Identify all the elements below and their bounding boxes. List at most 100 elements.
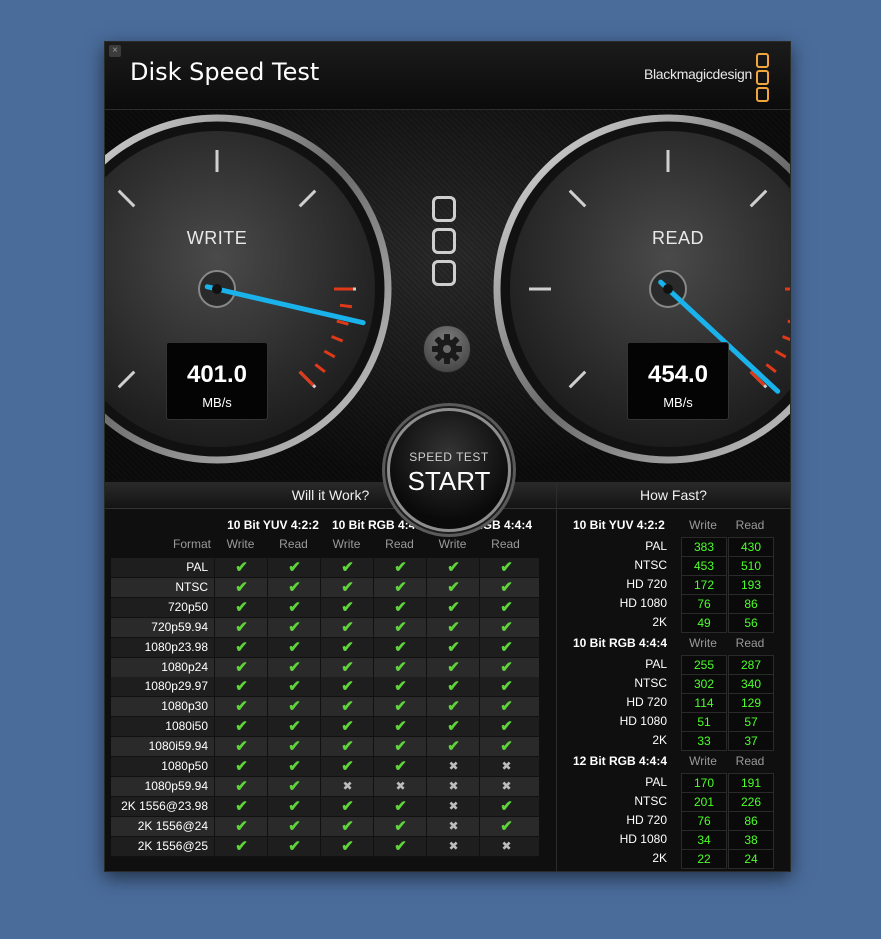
blackmagic-logo-icon <box>432 196 460 292</box>
check-icon: ✔ <box>479 617 533 637</box>
format-name: 1080p24 <box>161 659 208 674</box>
check-icon: ✔ <box>479 816 533 836</box>
check-icon: ✔ <box>479 677 533 697</box>
read-speed-cell: 129 <box>728 693 774 713</box>
check-icon: ✔ <box>267 637 321 657</box>
table-row: 1080i59.94 ✔ ✔ ✔ ✔ ✔ ✔ <box>111 737 539 758</box>
check-icon: ✔ <box>320 697 374 717</box>
cross-icon: ✖ <box>479 776 533 796</box>
check-icon: ✔ <box>214 757 268 776</box>
read-readout: 454.0 MB/s <box>627 342 729 420</box>
table-row: 1080p30 ✔ ✔ ✔ ✔ ✔ ✔ <box>111 697 539 718</box>
check-icon: ✔ <box>479 637 533 657</box>
gauge-needle-pivot <box>663 284 673 294</box>
check-icon: ✔ <box>426 558 480 577</box>
check-icon: ✔ <box>320 737 374 757</box>
write-speed-cell: 76 <box>681 594 727 614</box>
write-column-header: Write <box>689 636 717 650</box>
check-icon: ✔ <box>320 717 374 737</box>
check-icon: ✔ <box>320 757 374 776</box>
format-name: 1080p23.98 <box>144 639 208 654</box>
speed-section-header: 10 Bit YUV 4:2:2 <box>573 518 665 532</box>
check-icon: ✔ <box>320 836 374 856</box>
format-name: 2K 1556@25 <box>137 838 208 853</box>
read-speed-cell: 56 <box>728 613 774 633</box>
redzone-tick <box>339 303 353 309</box>
cross-icon: ✖ <box>479 757 533 776</box>
speed-section-header: 10 Bit RGB 4:4:4 <box>573 636 668 650</box>
read-column-header: Read <box>735 518 765 532</box>
format-name: 1080p50 <box>161 759 208 773</box>
settings-gear-icon[interactable] <box>423 325 471 373</box>
write-column-header: Write <box>689 518 717 532</box>
check-icon: ✔ <box>214 597 268 617</box>
check-icon: ✔ <box>320 617 374 637</box>
format-name: 2K 1556@23.98 <box>121 798 208 813</box>
check-icon: ✔ <box>373 737 427 757</box>
write-speed-cell: 76 <box>681 811 727 831</box>
check-icon: ✔ <box>267 617 321 637</box>
write-speed-cell: 49 <box>681 613 727 633</box>
column-subheader: Read <box>385 537 414 551</box>
will-it-work-table: Will it Work? 10 Bit YUV 4:2:2 10 Bit RGB… <box>105 482 557 871</box>
speed-row-name: HD 1080 <box>619 596 667 610</box>
write-speed-cell: 22 <box>681 849 727 869</box>
write-speed-cell: 33 <box>681 731 727 751</box>
check-icon: ✔ <box>320 558 374 577</box>
check-icon: ✔ <box>267 816 321 836</box>
speed-row-name: HD 720 <box>626 577 667 591</box>
check-icon: ✔ <box>479 717 533 737</box>
speed-row-name: NTSC <box>634 794 667 808</box>
check-icon: ✔ <box>373 577 427 597</box>
table-row: 1080i50 ✔ ✔ ✔ ✔ ✔ ✔ <box>111 717 539 738</box>
check-icon: ✔ <box>426 637 480 657</box>
cross-icon: ✖ <box>320 776 374 796</box>
column-subheader: Read <box>279 537 308 551</box>
format-name: NTSC <box>175 579 208 594</box>
check-icon: ✔ <box>320 796 374 816</box>
table-row: PAL ✔ ✔ ✔ ✔ ✔ ✔ <box>111 558 539 578</box>
check-icon: ✔ <box>373 697 427 717</box>
check-icon: ✔ <box>373 717 427 737</box>
write-speed-unit: MB/s <box>202 395 232 410</box>
format-name: PAL <box>186 560 208 574</box>
gauge-panel: WRITE 401.0 MB/s READ 454.0 MB/s SPEED T… <box>105 110 790 532</box>
table-row: 720p59.94 ✔ ✔ ✔ ✔ ✔ ✔ <box>111 617 539 638</box>
group-header: 10 Bit YUV 4:2:2 <box>227 518 319 532</box>
check-icon: ✔ <box>373 637 427 657</box>
check-icon: ✔ <box>267 836 321 856</box>
write-speed-cell: 170 <box>681 773 727 793</box>
check-icon: ✔ <box>320 657 374 677</box>
check-icon: ✔ <box>214 637 268 657</box>
start-button-label: START <box>407 466 491 496</box>
check-icon: ✔ <box>426 657 480 677</box>
format-name: 1080p30 <box>161 699 208 714</box>
format-header: Format <box>172 537 211 551</box>
format-name: 2K 1556@24 <box>137 818 208 833</box>
format-name: 720p59.94 <box>151 619 208 634</box>
brand-name: Blackmagicdesign <box>643 66 752 82</box>
table-row: NTSC ✔ ✔ ✔ ✔ ✔ ✔ <box>111 577 539 598</box>
check-icon: ✔ <box>267 558 321 577</box>
check-icon: ✔ <box>479 737 533 757</box>
read-gauge-label: READ <box>651 228 704 248</box>
table-row: 720p50 ✔ ✔ ✔ ✔ ✔ ✔ <box>111 597 539 618</box>
check-icon: ✔ <box>426 677 480 697</box>
check-icon: ✔ <box>373 657 427 677</box>
check-icon: ✔ <box>320 677 374 697</box>
check-icon: ✔ <box>373 677 427 697</box>
read-speed-cell: 430 <box>728 537 774 557</box>
speed-section-header: 12 Bit RGB 4:4:4 <box>573 754 668 768</box>
table-row: 1080p29.97 ✔ ✔ ✔ ✔ ✔ ✔ <box>111 677 539 698</box>
speed-row-name: 2K <box>652 851 667 865</box>
start-button[interactable]: SPEED TEST START <box>387 408 511 532</box>
check-icon: ✔ <box>214 717 268 737</box>
write-speed-cell: 34 <box>681 830 727 850</box>
close-button[interactable]: × <box>109 45 121 57</box>
check-icon: ✔ <box>214 697 268 717</box>
read-speed-unit: MB/s <box>663 395 693 410</box>
speed-row-name: NTSC <box>634 558 667 572</box>
read-speed-cell: 86 <box>728 594 774 614</box>
write-speed-cell: 172 <box>681 575 727 595</box>
write-speed-cell: 383 <box>681 537 727 557</box>
